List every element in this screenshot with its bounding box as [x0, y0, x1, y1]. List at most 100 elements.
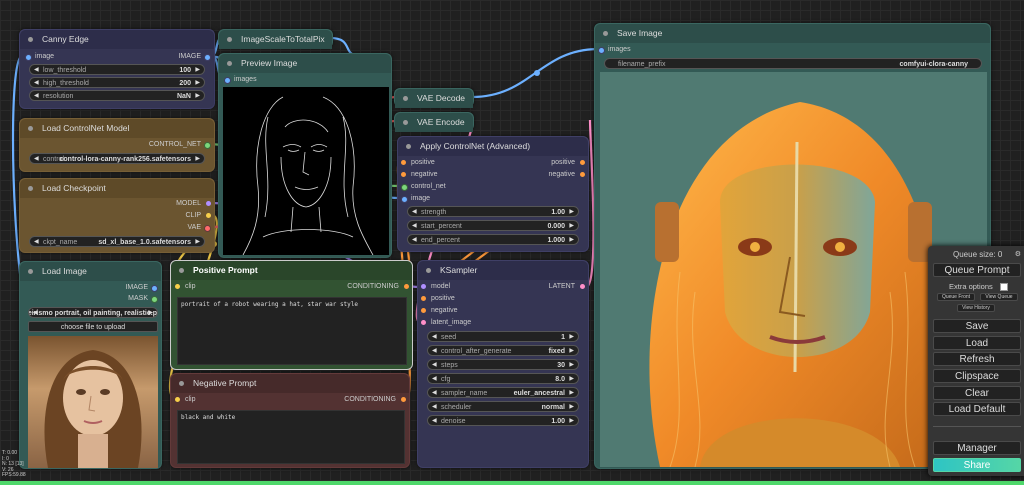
choose-file-button[interactable]: choose file to upload — [28, 321, 158, 332]
node-header[interactable]: Canny Edge — [20, 30, 214, 49]
load-checkpoint-node[interactable]: Load Checkpoint MODEL CLIP VAE ◀ ckpt_nam… — [19, 178, 215, 253]
decrement-arrow-icon[interactable]: ◀ — [432, 374, 437, 385]
output-conditioning-slot[interactable]: CONDITIONING — [347, 282, 409, 292]
image-select-widget[interactable]: ◀ image Caveirismo portrait, oil paintin… — [28, 307, 158, 318]
output-controlnet-slot[interactable]: CONTROL_NET — [149, 140, 211, 150]
prev-arrow-icon[interactable]: ◀ — [34, 154, 39, 165]
output-pin-icon[interactable] — [204, 54, 211, 61]
next-arrow-icon[interactable]: ▶ — [569, 402, 574, 413]
node-header[interactable]: VAE Encode — [395, 113, 473, 132]
node-header[interactable]: ImageScaleToTotalPix — [219, 30, 332, 49]
input-latent-slot[interactable]: latent_image — [421, 318, 471, 328]
increment-arrow-icon[interactable]: ▶ — [195, 78, 200, 89]
view-history-button[interactable]: View History — [957, 304, 995, 312]
increment-arrow-icon[interactable]: ▶ — [569, 374, 574, 385]
load-default-button[interactable]: Load Default — [933, 402, 1021, 416]
input-pin-icon[interactable] — [598, 47, 605, 54]
output-image-slot[interactable]: IMAGE — [178, 52, 211, 62]
node-header[interactable]: Preview Image — [219, 54, 391, 73]
collapse-dot-icon[interactable] — [406, 144, 411, 149]
collapse-dot-icon[interactable] — [179, 268, 184, 273]
collapse-dot-icon[interactable] — [603, 31, 608, 36]
collapse-dot-icon[interactable] — [179, 381, 184, 386]
output-pin-icon[interactable] — [206, 201, 211, 206]
positive-prompt-textarea[interactable]: portrait of a robot wearing a hat, star … — [177, 297, 407, 365]
control-after-generate-widget[interactable]: ◀ control_after_generate fixed ▶ — [427, 345, 579, 356]
collapse-dot-icon[interactable] — [28, 37, 33, 42]
output-mask-slot[interactable]: MASK — [128, 294, 158, 304]
decrement-arrow-icon[interactable]: ◀ — [412, 235, 417, 246]
load-button[interactable]: Load — [933, 336, 1021, 350]
share-button[interactable]: Share — [933, 458, 1021, 472]
decrement-arrow-icon[interactable]: ◀ — [412, 207, 417, 218]
negative-prompt-textarea[interactable]: black and white — [177, 410, 405, 464]
queue-menu-panel[interactable]: Queue size: 0 ⚙ Queue Prompt Extra optio… — [928, 246, 1024, 476]
input-negative-slot[interactable]: negative — [401, 170, 437, 180]
queue-prompt-button[interactable]: Queue Prompt — [933, 263, 1021, 277]
negative-prompt-node[interactable]: Negative Prompt clip CONDITIONING black … — [170, 373, 410, 468]
high-threshold-widget[interactable]: ◀ high_threshold 200 ▶ — [29, 77, 205, 88]
output-pin-icon[interactable] — [204, 225, 211, 232]
decrement-arrow-icon[interactable]: ◀ — [412, 221, 417, 232]
input-controlnet-slot[interactable]: control_net — [401, 182, 446, 192]
steps-widget[interactable]: ◀ steps 30 ▶ — [427, 359, 579, 370]
output-image-slot[interactable]: IMAGE — [125, 283, 158, 293]
input-pin-icon[interactable] — [421, 320, 426, 325]
output-negative-slot[interactable]: negative — [549, 170, 585, 180]
node-header[interactable]: Positive Prompt — [171, 261, 412, 280]
input-positive-slot[interactable]: positive — [401, 158, 435, 168]
prev-arrow-icon[interactable]: ◀ — [432, 388, 437, 399]
low-threshold-widget[interactable]: ◀ low_threshold 100 ▶ — [29, 64, 205, 75]
canny-edge-node[interactable]: Canny Edge image IMAGE ◀ low_threshold 100… — [19, 29, 215, 109]
output-pin-icon[interactable] — [204, 142, 211, 149]
output-pin-icon[interactable] — [404, 284, 409, 289]
extra-options-checkbox[interactable] — [1000, 283, 1008, 291]
increment-arrow-icon[interactable]: ▶ — [569, 332, 574, 343]
next-arrow-icon[interactable]: ▶ — [569, 388, 574, 399]
start-percent-widget[interactable]: ◀ start_percent 0.000 ▶ — [407, 220, 579, 231]
decrement-arrow-icon[interactable]: ◀ — [432, 416, 437, 427]
output-positive-slot[interactable]: positive — [551, 158, 585, 168]
increment-arrow-icon[interactable]: ▶ — [569, 207, 574, 218]
increment-arrow-icon[interactable]: ▶ — [569, 235, 574, 246]
input-clip-slot[interactable]: clip — [175, 395, 196, 405]
view-queue-button[interactable]: View Queue — [980, 293, 1018, 301]
collapse-dot-icon[interactable] — [403, 120, 408, 125]
output-pin-icon[interactable] — [580, 284, 585, 289]
controlnet-name-widget[interactable]: ◀ control control-lora-canny-rank256.safet… — [29, 153, 205, 164]
filename-prefix-widget[interactable]: filename_prefix comfyui-clora-canny — [604, 58, 982, 69]
node-header[interactable]: Apply ControlNet (Advanced) — [398, 137, 588, 156]
increment-arrow-icon[interactable]: ▶ — [195, 91, 200, 102]
save-button[interactable]: Save — [933, 319, 1021, 333]
input-positive-slot[interactable]: positive — [421, 294, 455, 304]
output-conditioning-slot[interactable]: CONDITIONING — [344, 395, 406, 405]
collapse-dot-icon[interactable] — [426, 268, 431, 273]
node-header[interactable]: Save Image — [595, 24, 990, 43]
node-header[interactable]: KSampler — [418, 261, 588, 280]
input-pin-icon[interactable] — [421, 308, 426, 313]
input-pin-icon[interactable] — [401, 196, 408, 203]
output-pin-icon[interactable] — [401, 397, 406, 402]
decrement-arrow-icon[interactable]: ◀ — [34, 91, 39, 102]
collapse-dot-icon[interactable] — [28, 186, 33, 191]
node-header[interactable]: Load Checkpoint — [20, 179, 214, 198]
input-pin-icon[interactable] — [224, 77, 231, 84]
next-arrow-icon[interactable]: ▶ — [195, 237, 200, 248]
prev-arrow-icon[interactable]: ◀ — [432, 402, 437, 413]
node-header[interactable]: Load Image — [20, 262, 161, 281]
input-images-slot[interactable]: images — [598, 45, 631, 55]
node-header[interactable]: Negative Prompt — [171, 374, 409, 393]
refresh-button[interactable]: Refresh — [933, 352, 1021, 366]
input-pin-icon[interactable] — [401, 160, 406, 165]
collapse-dot-icon[interactable] — [403, 96, 408, 101]
input-image-slot[interactable]: image — [25, 52, 54, 62]
increment-arrow-icon[interactable]: ▶ — [195, 65, 200, 76]
collapse-dot-icon[interactable] — [28, 269, 33, 274]
output-latent-slot[interactable]: LATENT — [549, 282, 585, 292]
input-negative-slot[interactable]: negative — [421, 306, 457, 316]
output-pin-icon[interactable] — [580, 160, 585, 165]
sampler-name-widget[interactable]: ◀ sampler_name euler_ancestral ▶ — [427, 387, 579, 398]
next-arrow-icon[interactable]: ▶ — [148, 308, 153, 317]
node-header[interactable]: Load ControlNet Model — [20, 119, 214, 138]
manager-button[interactable]: Manager — [933, 441, 1021, 455]
